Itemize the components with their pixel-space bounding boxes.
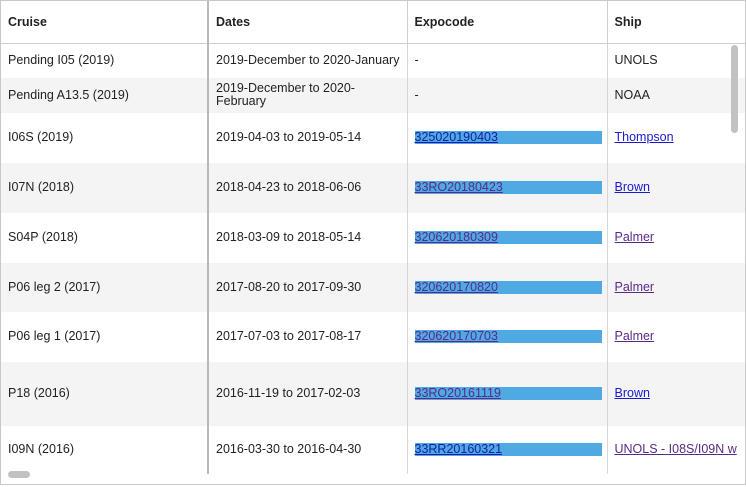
table-row: I06S (2019) 2019-04-03 to 2019-05-14 325… xyxy=(1,112,745,163)
cruise-table: Cruise Dates Expocode Ship Pending I05 (… xyxy=(1,1,745,474)
ship-cell: Brown xyxy=(607,361,745,426)
ship-cell: Palmer xyxy=(607,212,745,263)
expocode-link[interactable]: 320620170820 xyxy=(414,280,602,294)
ship-link[interactable]: Brown xyxy=(615,386,650,400)
header-dates[interactable]: Dates xyxy=(208,1,408,44)
table-row: I07N (2018) 2018-04-23 to 2018-06-06 33R… xyxy=(1,162,745,213)
ship-link[interactable]: Palmer xyxy=(615,280,655,294)
expocode-cell: 320620170820 xyxy=(407,262,608,312)
table-header-row: Cruise Dates Expocode Ship xyxy=(1,1,745,44)
expocode-cell: 33RR20160321 xyxy=(407,425,608,474)
dates-cell: 2019-December to 2020-January xyxy=(208,43,408,78)
header-ship[interactable]: Ship xyxy=(607,1,745,44)
ship-cell: Brown xyxy=(607,162,745,213)
dates-cell: 2019-December to 2020-February xyxy=(208,77,408,113)
expocode-cell: - xyxy=(407,77,608,113)
header-cruise[interactable]: Cruise xyxy=(1,1,209,44)
cruise-cell: P18 (2016) xyxy=(1,361,209,426)
ship-cell: Thompson xyxy=(607,112,745,163)
header-expocode[interactable]: Expocode xyxy=(407,1,608,44)
horizontal-scrollbar-thumb[interactable] xyxy=(8,471,30,478)
ship-link[interactable]: UNOLS - I08S/I09N w xyxy=(615,442,737,456)
dates-cell: 2017-08-20 to 2017-09-30 xyxy=(208,262,408,312)
ship-cell: UNOLS xyxy=(607,43,745,78)
cruise-cell: Pending I05 (2019) xyxy=(1,43,209,78)
cruise-cell: I07N (2018) xyxy=(1,162,209,213)
expocode-link[interactable]: 33RO20180423 xyxy=(414,181,602,194)
expocode-cell: - xyxy=(407,43,608,78)
expocode-link[interactable]: 33RO20161119 xyxy=(414,387,602,400)
dates-cell: 2018-03-09 to 2018-05-14 xyxy=(208,212,408,263)
cruise-cell: P06 leg 2 (2017) xyxy=(1,262,209,312)
table-row: P06 leg 1 (2017) 2017-07-03 to 2017-08-1… xyxy=(1,311,745,362)
ship-cell: Palmer xyxy=(607,262,745,312)
dates-cell: 2016-03-30 to 2016-04-30 xyxy=(208,425,408,474)
dates-cell: 2018-04-23 to 2018-06-06 xyxy=(208,162,408,213)
table-row: I09N (2016) 2016-03-30 to 2016-04-30 33R… xyxy=(1,425,745,474)
dates-cell: 2019-04-03 to 2019-05-14 xyxy=(208,112,408,163)
expocode-cell: 325020190403 xyxy=(407,112,608,163)
table-row: Pending I05 (2019) 2019-December to 2020… xyxy=(1,43,745,78)
expocode-link[interactable]: 320620180309 xyxy=(414,231,602,244)
expocode-link[interactable]: 325020190403 xyxy=(414,131,602,144)
vertical-scrollbar-thumb[interactable] xyxy=(731,45,738,133)
expocode-cell: 320620180309 xyxy=(407,212,608,263)
ship-cell: NOAA xyxy=(607,77,745,113)
expocode-link[interactable]: 33RR20160321 xyxy=(414,443,602,456)
expocode-cell: 320620170703 xyxy=(407,311,608,362)
ship-cell: Palmer xyxy=(607,311,745,362)
cruise-cell: Pending A13.5 (2019) xyxy=(1,77,209,113)
dates-cell: 2017-07-03 to 2017-08-17 xyxy=(208,311,408,362)
cruise-cell: I09N (2016) xyxy=(1,425,209,474)
cruise-cell: I06S (2019) xyxy=(1,112,209,163)
cruise-table-panel: Cruise Dates Expocode Ship Pending I05 (… xyxy=(0,0,746,485)
ship-link[interactable]: Brown xyxy=(615,180,650,194)
dates-cell: 2016-11-19 to 2017-02-03 xyxy=(208,361,408,426)
table-row: P18 (2016) 2016-11-19 to 2017-02-03 33RO… xyxy=(1,361,745,426)
cruise-cell: P06 leg 1 (2017) xyxy=(1,311,209,362)
ship-link[interactable]: Palmer xyxy=(615,329,655,343)
cruise-cell: S04P (2018) xyxy=(1,212,209,263)
ship-link[interactable]: Palmer xyxy=(615,230,655,244)
expocode-cell: 33RO20180423 xyxy=(407,162,608,213)
table-row: P06 leg 2 (2017) 2017-08-20 to 2017-09-3… xyxy=(1,262,745,312)
ship-cell: UNOLS - I08S/I09N w xyxy=(607,425,745,474)
expocode-link[interactable]: 320620170703 xyxy=(414,330,602,343)
expocode-cell: 33RO20161119 xyxy=(407,361,608,426)
ship-link[interactable]: Thompson xyxy=(615,130,674,144)
table-row: Pending A13.5 (2019) 2019-December to 20… xyxy=(1,77,745,113)
table-row: S04P (2018) 2018-03-09 to 2018-05-14 320… xyxy=(1,212,745,263)
